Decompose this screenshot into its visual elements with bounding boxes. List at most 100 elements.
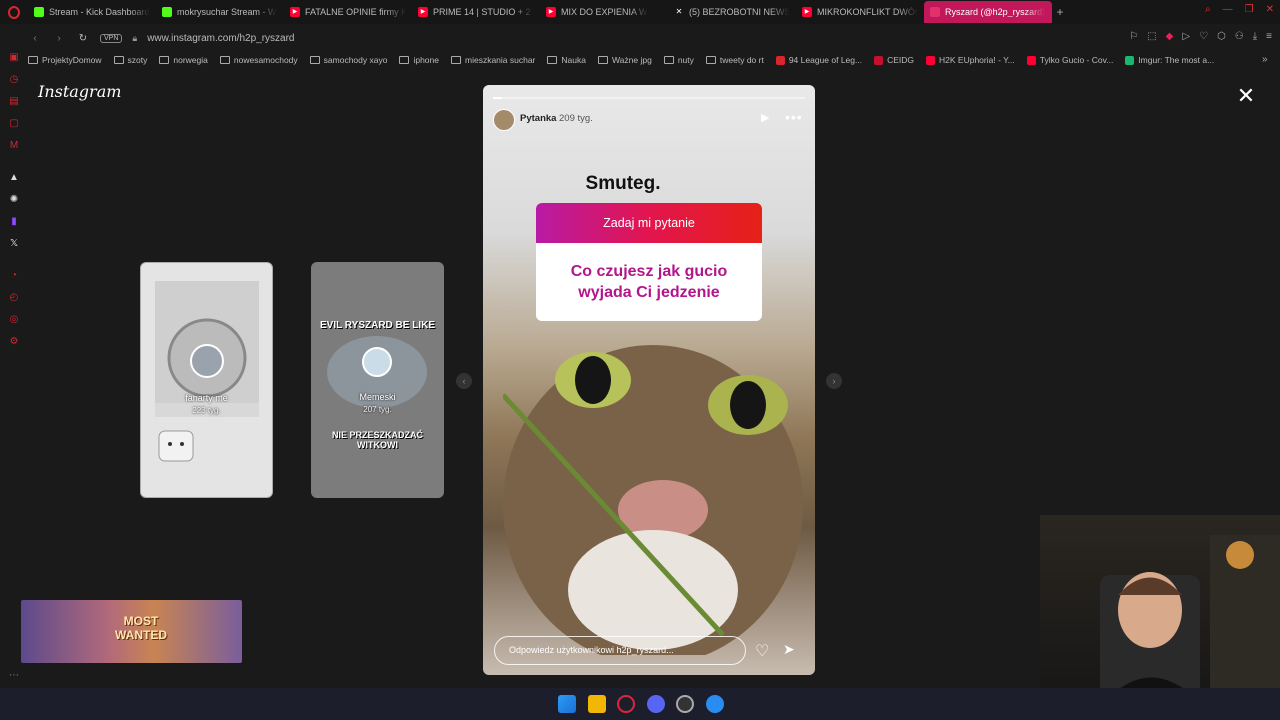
opera-logo-icon[interactable] (0, 0, 28, 24)
close-story-button[interactable]: ✕ (1236, 85, 1256, 107)
file-explorer-icon[interactable] (588, 695, 606, 713)
preview-name: Memeski (359, 392, 396, 402)
account-icon[interactable]: ⚇ (1235, 31, 1244, 42)
browser-tab-strip: Stream - Kick Dashboard mokrysuchar Strea… (0, 0, 1280, 24)
sidebar-bag-icon[interactable]: ▤ (8, 96, 20, 108)
play-icon[interactable]: ▶ (761, 111, 769, 124)
browser-tab[interactable]: Stream - Kick Dashboard (28, 1, 156, 23)
story-preview-fanarty[interactable]: fanarty me 223 tyg. (140, 262, 273, 498)
bookmark-label: iphone (413, 55, 439, 65)
sidebar-aria-icon[interactable]: ▲ (8, 172, 20, 184)
browser-tab[interactable]: ▶ MIKROKONFLIKT DWÓCH (796, 1, 924, 23)
windows-start-icon[interactable] (558, 695, 576, 713)
story-preview-memeski[interactable]: EVIL RYSZARD BE LIKE Memeski 207 tyg. NI… (311, 262, 444, 498)
discord-taskbar-icon[interactable] (647, 695, 665, 713)
download-icon[interactable]: ⤓ (1253, 31, 1257, 42)
bookmark-item[interactable]: norwegia (159, 55, 208, 65)
bookmark-icon[interactable]: ⚐ (1129, 31, 1138, 42)
story-timestamp: 209 tyg. (559, 113, 593, 124)
opera-taskbar-icon[interactable] (617, 695, 635, 713)
bookmark-label: 94 League of Leg... (788, 55, 863, 65)
search-tabs-icon[interactable]: ⌕ (1205, 4, 1211, 15)
bookmark-item[interactable]: Tylko Gucio - Cov... (1026, 55, 1114, 65)
forward-icon[interactable]: › (52, 33, 66, 44)
messenger-taskbar-icon[interactable] (706, 695, 724, 713)
like-heart-icon[interactable]: ♡ (755, 641, 769, 661)
bookmark-item[interactable]: CEIDG (874, 55, 914, 65)
menu-icon[interactable]: ≡ (1266, 31, 1272, 42)
browser-tab[interactable]: ▶ MIX DO EXPIENIA W (540, 1, 668, 23)
bookmark-item[interactable]: Imgur: The most a... (1125, 55, 1214, 65)
back-icon[interactable]: ‹ (28, 33, 42, 44)
obs-taskbar-icon[interactable] (676, 695, 694, 713)
memeski-cat-image (327, 336, 427, 408)
lock-icon[interactable]: 🔒︎ (132, 33, 137, 44)
windows-taskbar (0, 688, 1280, 720)
new-tab-button[interactable]: + (1052, 5, 1068, 19)
send-icon[interactable]: ➤ (783, 641, 795, 658)
bookmark-item[interactable]: iphone (399, 55, 439, 65)
browser-tab[interactable]: ▶ FATALNE OPINIE firmy Ki (284, 1, 412, 23)
story-username[interactable]: Pytanka (520, 113, 556, 124)
sidebar-clock-icon[interactable]: ◷ (8, 74, 20, 86)
pocket-icon[interactable]: ◆ (1166, 31, 1174, 42)
more-options-icon[interactable]: ••• (785, 109, 803, 125)
bookmark-label: nuty (677, 55, 694, 65)
folder-icon (399, 56, 410, 64)
next-story-arrow-icon[interactable]: › (826, 373, 842, 389)
instagram-logo[interactable]: Instagram (38, 82, 121, 101)
question-sticker[interactable]: Zadaj mi pytanie Co czujesz jak gucio wy… (536, 203, 762, 321)
bookmarks-bar: ProjektyDomow szoty norwegia nowesamochody s… (28, 52, 1280, 68)
extensions-icon[interactable]: ⬡ (1217, 31, 1226, 42)
game-banner-text: MOST WANTED (115, 614, 167, 642)
story-reply-input[interactable]: Odpowiedz użytkownikowi h2p_ryszard... (494, 636, 746, 665)
browser-tab[interactable]: Ryszard (@h2p_ryszard) (924, 1, 1052, 23)
sidebar-chat-icon[interactable]: ◎ (8, 314, 20, 326)
avatar[interactable] (493, 109, 515, 131)
sidebar-speed-dial-icon[interactable]: ▣ (8, 52, 20, 64)
sidebar-twitch-icon[interactable]: ▮ (8, 216, 20, 228)
sidebar-history-icon[interactable]: ◔ (8, 270, 20, 282)
reload-icon[interactable]: ↻ (76, 33, 90, 44)
folder-icon (547, 56, 558, 64)
minimize-icon[interactable]: — (1223, 4, 1233, 15)
bookmark-item[interactable]: Ważne jpg (597, 55, 652, 65)
sidebar-m-icon[interactable]: M (8, 140, 20, 152)
bookmark-item[interactable]: 94 League of Leg... (775, 55, 863, 65)
bookmarks-overflow-icon[interactable]: » (1262, 54, 1268, 65)
sidebar-more-icon[interactable]: ⋯ (8, 670, 20, 682)
bookmark-item[interactable]: samochody xayo (309, 55, 387, 65)
youtube-icon: ▶ (290, 7, 300, 17)
bookmark-label: nowesamochody (233, 55, 298, 65)
vpn-badge[interactable]: VPN (100, 33, 123, 43)
bookmark-label: tweety do rt (719, 55, 764, 65)
sidebar-x-icon[interactable]: 𝕏 (8, 238, 20, 250)
browser-tab[interactable]: mokrysuchar Stream - W (156, 1, 284, 23)
sidebar-chatgpt-icon[interactable]: ✺ (8, 194, 20, 206)
bookmark-item[interactable]: szoty (113, 55, 147, 65)
play-icon[interactable]: ▷ (1182, 31, 1190, 42)
bookmark-label: H2K EUphoria! - Y... (939, 55, 1015, 65)
restore-icon[interactable]: ❐ (1245, 4, 1254, 15)
url-field[interactable]: www.instagram.com/h2p_ryszard (147, 33, 294, 44)
close-window-icon[interactable]: ✕ (1266, 4, 1274, 15)
bookmark-item[interactable]: tweety do rt (705, 55, 764, 65)
heart-icon[interactable]: ♡ (1199, 31, 1208, 42)
sidebar-clock2-icon[interactable]: ◴ (8, 292, 20, 304)
prev-story-arrow-icon[interactable]: ‹ (456, 373, 472, 389)
sidebar-settings-icon[interactable]: ⚙ (8, 336, 20, 348)
browser-tab[interactable]: ✕ (5) BEZROBOTNI NEWS x (668, 1, 796, 23)
bookmark-label: Imgur: The most a... (1138, 55, 1215, 65)
bookmark-item[interactable]: H2K EUphoria! - Y... (926, 55, 1015, 65)
bookmark-item[interactable]: Nauka (547, 55, 586, 65)
snapshot-icon[interactable]: ⬚ (1147, 31, 1156, 42)
sidebar-messenger-icon[interactable]: ▢ (8, 118, 20, 130)
site-favicon-icon (1125, 55, 1135, 65)
bookmark-item[interactable]: ProjektyDomow (28, 55, 102, 65)
bookmark-item[interactable]: nuty (663, 55, 694, 65)
bookmark-item[interactable]: nowesamochody (219, 55, 298, 65)
browser-tab[interactable]: ▶ PRIME 14 | STUDIO + 2 D (412, 1, 540, 23)
bookmark-label: Tylko Gucio - Cov... (1039, 55, 1114, 65)
bookmark-item[interactable]: mieszkania suchar (451, 55, 535, 65)
active-story[interactable]: Pytanka 209 tyg. ▶ ••• Smuteg. Zadaj mi … (483, 85, 815, 675)
